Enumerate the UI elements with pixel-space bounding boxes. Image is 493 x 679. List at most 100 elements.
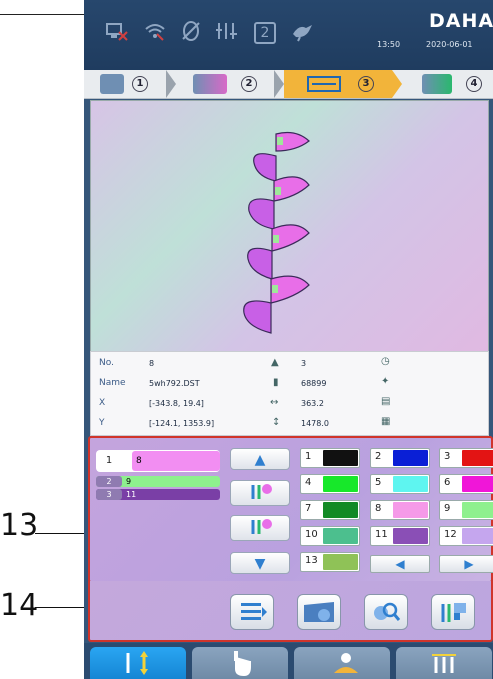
frame-width-icon: ▤ <box>381 396 391 407</box>
palette-color-11[interactable]: 11 <box>370 526 430 546</box>
x-value: [-343.8, 19.4] <box>149 399 204 408</box>
date: 2020-06-01 <box>426 40 473 49</box>
clock-icon: ◷ <box>381 356 390 367</box>
palette-color-5[interactable]: 5 <box>370 474 430 494</box>
palette-color-12[interactable]: 12 <box>439 526 493 546</box>
design-search-button[interactable] <box>364 594 408 630</box>
palette-color-2[interactable]: 2 <box>370 448 430 468</box>
needle-number: 9 <box>126 477 132 486</box>
step-3[interactable]: 3 <box>284 70 392 98</box>
step-number: 2 <box>241 76 257 92</box>
chevron-right-icon <box>166 70 176 98</box>
design-preview <box>243 131 310 334</box>
palette-color-number: 3 <box>444 451 451 462</box>
palette-color-7[interactable]: 7 <box>300 500 360 520</box>
no-label: No. <box>99 358 114 368</box>
palette-color-number: 1 <box>305 451 312 462</box>
color-swatch <box>323 528 358 544</box>
design-info-panel: No. 8 Name 5wh792.DST X [-343.8, 19.4] Y… <box>90 351 489 436</box>
design-folder-icon <box>304 602 334 622</box>
add-needle-icon <box>251 484 272 499</box>
color-swatch <box>393 528 428 544</box>
thread-list-icon <box>241 603 267 620</box>
design-edit-icon <box>193 74 227 94</box>
color-swatch <box>323 554 358 570</box>
brand-logo: DAHAO <box>429 10 493 32</box>
embroider-icon <box>422 74 452 94</box>
network-icon <box>104 20 130 46</box>
no-value: 8 <box>149 359 155 368</box>
palette-color-1[interactable]: 1 <box>300 448 360 468</box>
bird-icon <box>290 20 316 46</box>
needle-row[interactable]: 2 9 <box>96 476 220 487</box>
palette-color-number: 12 <box>444 529 457 540</box>
palette-color-number: 13 <box>305 555 318 566</box>
frame-size-icon <box>306 74 342 94</box>
palette-next-button[interactable]: ▶ <box>439 555 493 573</box>
add-needle-button[interactable] <box>230 480 290 506</box>
palette-color-8[interactable]: 8 <box>370 500 430 520</box>
operator-tab[interactable] <box>294 647 390 679</box>
color-swatch <box>323 502 358 518</box>
name-label: Name <box>99 378 126 388</box>
needle-number: 11 <box>126 490 137 499</box>
clock: 13:50 <box>377 40 401 49</box>
needle-sequence-list[interactable]: 1 8 2 9 3 11 <box>96 450 232 506</box>
step-2[interactable]: 2 <box>179 70 282 98</box>
box-2-icon: 2 <box>254 22 276 44</box>
design-preview-canvas[interactable] <box>90 100 489 352</box>
needle-select-tab[interactable] <box>90 647 186 679</box>
needle-select-icon <box>126 651 148 675</box>
needle-tension-icon <box>214 20 240 46</box>
operator-icon <box>334 653 358 673</box>
name-value: 5wh792.DST <box>149 379 200 388</box>
scroll-up-button[interactable]: ▲ <box>230 448 290 470</box>
step-number: 3 <box>358 76 374 92</box>
needle-assign-button[interactable] <box>431 594 475 630</box>
needle-row[interactable]: 3 11 <box>96 489 220 500</box>
palette-color-number: 2 <box>375 451 382 462</box>
manual-tab[interactable] <box>192 647 288 679</box>
needle-row[interactable]: 1 8 <box>96 450 220 472</box>
needle-number: 8 <box>132 451 220 471</box>
callout-13: 13 <box>0 508 39 543</box>
step-4[interactable]: 4 <box>404 70 493 98</box>
palette-color-10[interactable]: 10 <box>300 526 360 546</box>
color-count-icon: ▲ <box>271 357 279 368</box>
needle-assign-icon <box>441 603 466 622</box>
palette-color-number: 7 <box>305 503 312 514</box>
step-number: 4 <box>466 76 482 92</box>
palette-color-6[interactable]: 6 <box>439 474 493 494</box>
design-load-button[interactable] <box>297 594 341 630</box>
palette-color-13[interactable]: 13 <box>300 552 360 572</box>
remove-needle-button[interactable] <box>230 515 290 541</box>
needles-tab[interactable] <box>396 647 492 679</box>
color-swatch <box>462 502 493 518</box>
search-icon <box>374 602 401 621</box>
callout-13-line <box>35 533 86 534</box>
palette-color-4[interactable]: 4 <box>300 474 360 494</box>
palette-color-number: 10 <box>305 529 318 540</box>
chevron-right-icon <box>274 70 284 98</box>
color-swatch <box>462 476 493 492</box>
color-swatch <box>393 450 428 466</box>
thread-list-button[interactable] <box>230 594 274 630</box>
color-swatch <box>323 476 358 492</box>
hand-touch-icon <box>234 651 251 677</box>
palette-prev-button[interactable]: ◀ <box>370 555 430 573</box>
needles-icon <box>432 654 456 673</box>
color-swatch <box>393 476 428 492</box>
wifi-icon <box>142 20 168 46</box>
needle-seq: 2 <box>96 476 122 487</box>
step-1[interactable]: 1 <box>84 70 174 98</box>
colors-value: 3 <box>301 359 307 368</box>
width-value: 363.2 <box>301 399 324 408</box>
scroll-down-button[interactable]: ▼ <box>230 552 290 574</box>
palette-color-9[interactable]: 9 <box>439 500 493 520</box>
palette-color-3[interactable]: 3 <box>439 448 493 468</box>
width-icon: ↔ <box>270 397 279 408</box>
speed-icon: ✦ <box>381 376 390 387</box>
y-label: Y <box>99 418 105 428</box>
height-value: 1478.0 <box>301 419 329 428</box>
needle-seq: 1 <box>105 455 113 466</box>
